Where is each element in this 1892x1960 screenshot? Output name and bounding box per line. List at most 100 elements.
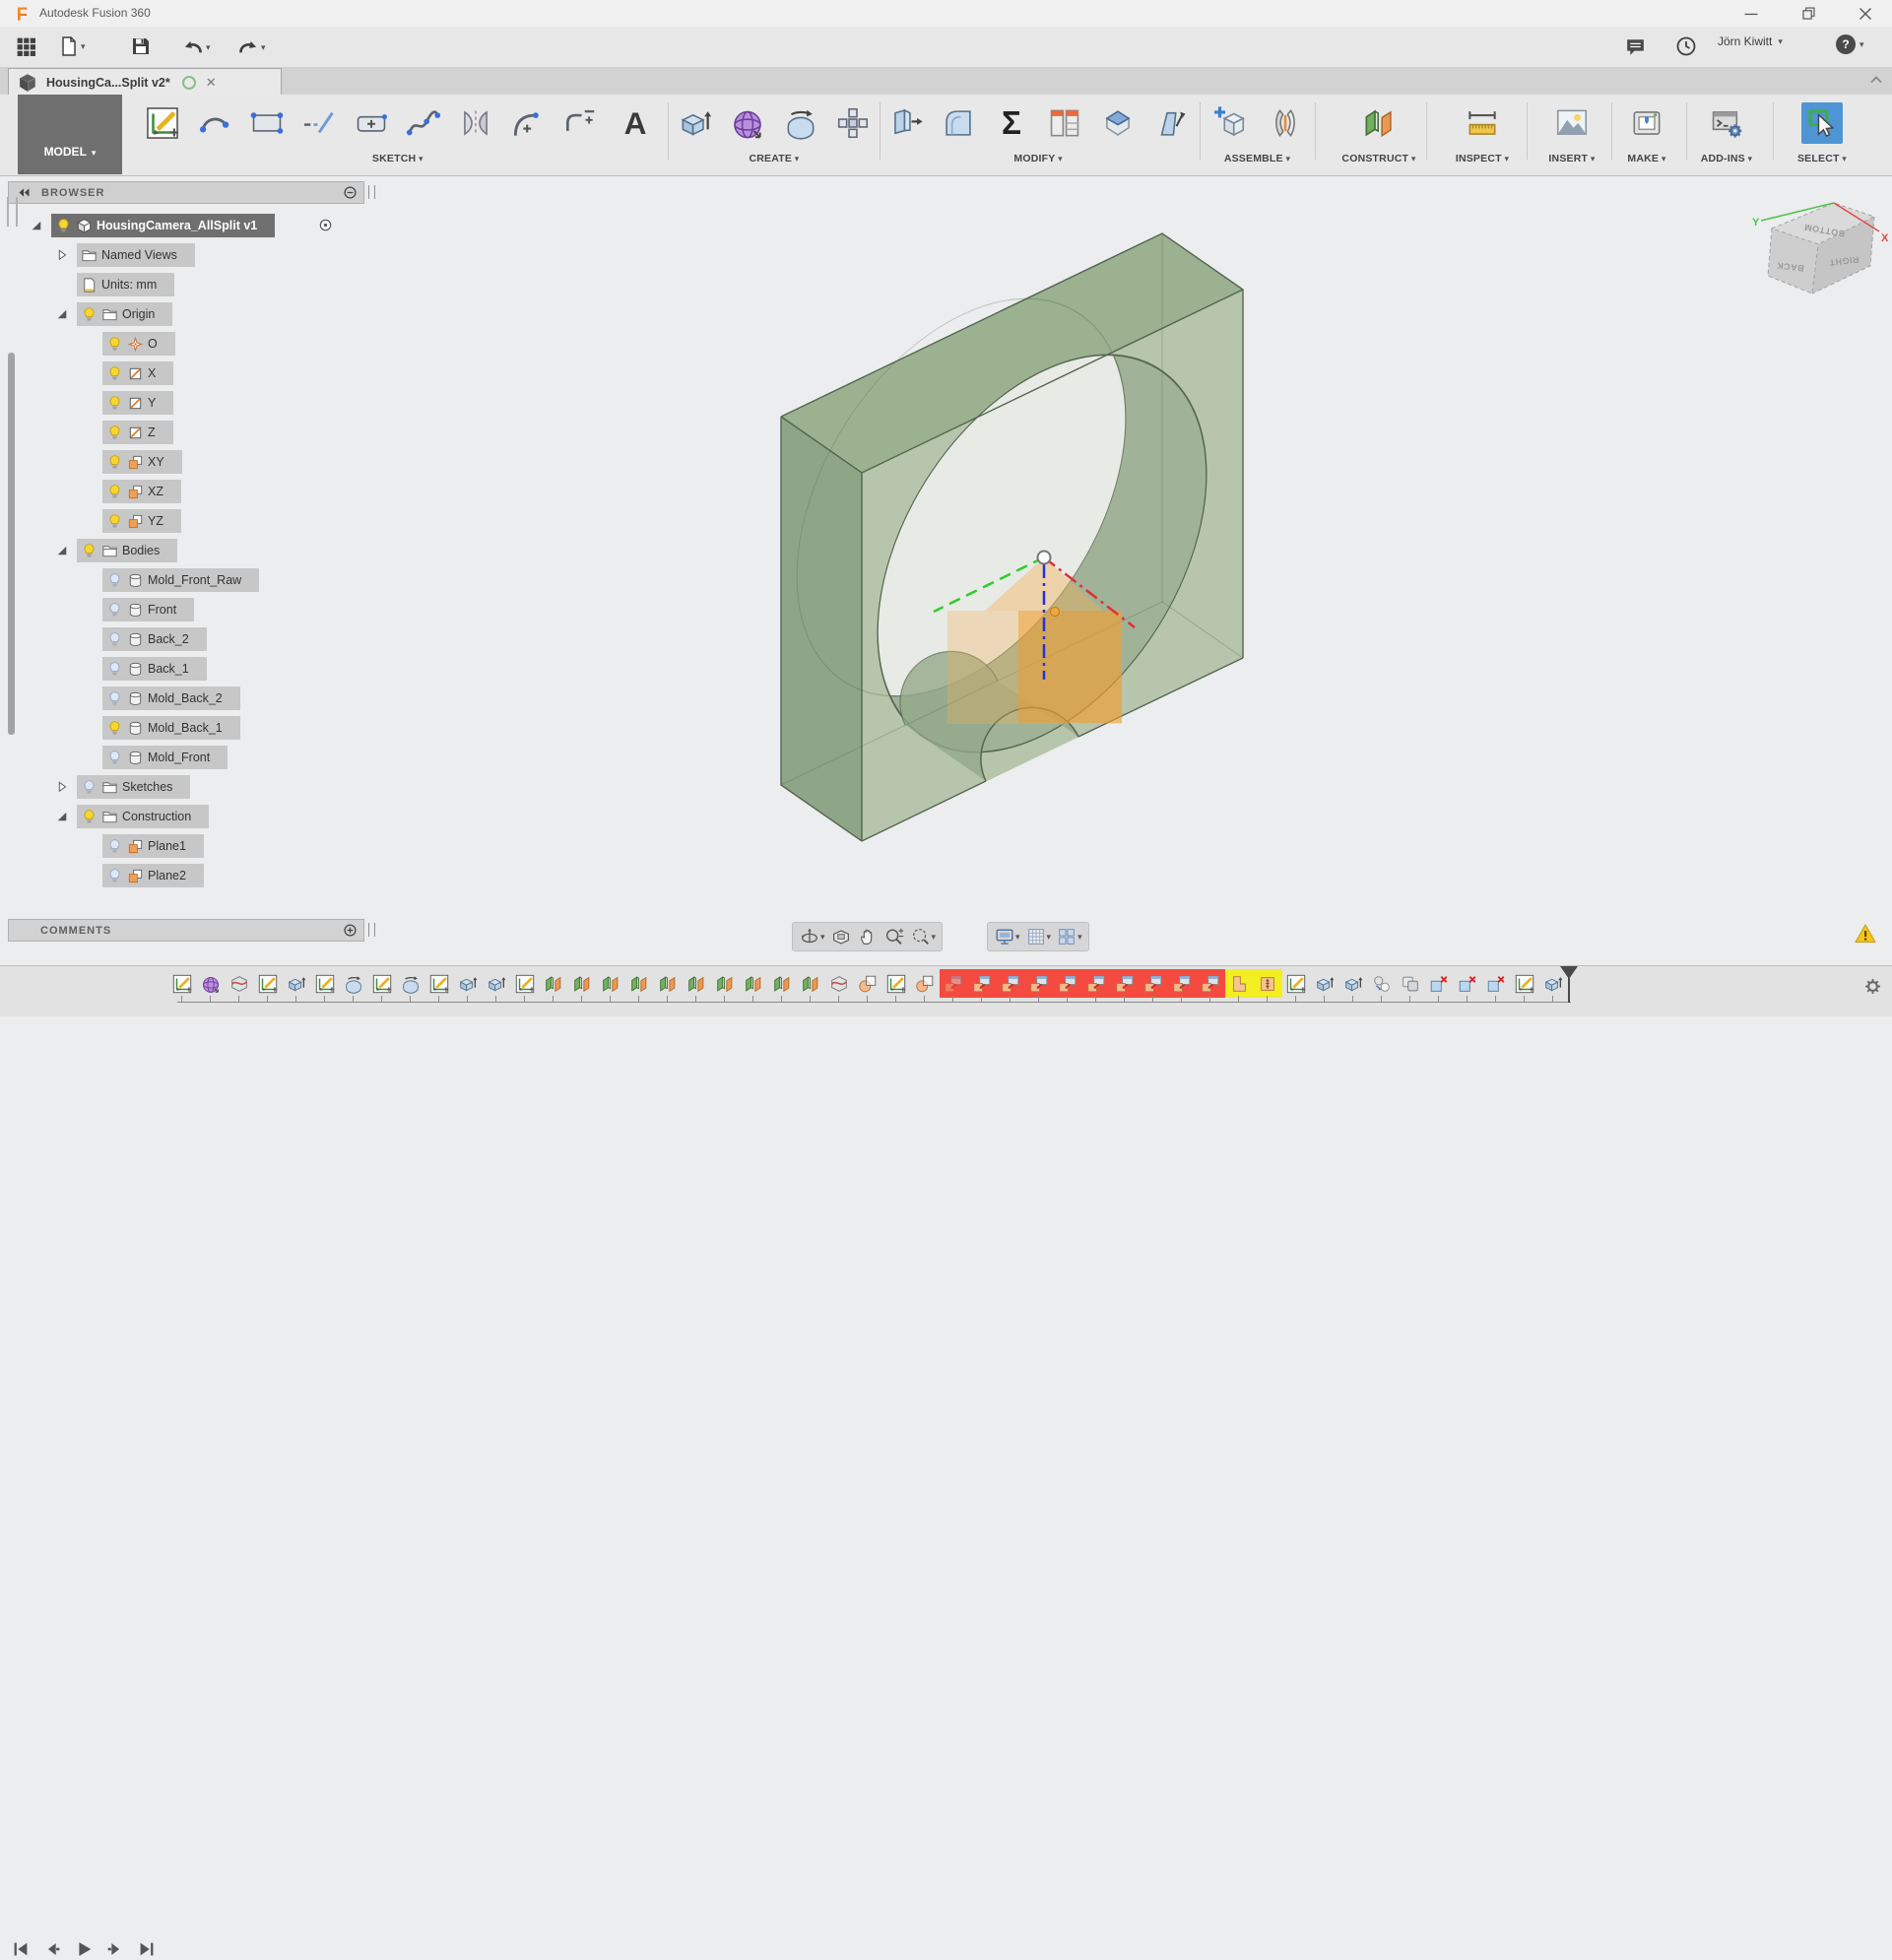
timeline-feature-combine[interactable] xyxy=(996,969,1025,998)
tool-create-sketch[interactable] xyxy=(142,102,183,144)
timeline-feature-combine[interactable] xyxy=(1110,969,1140,998)
undo-caret[interactable]: ▾ xyxy=(206,42,211,53)
tree-item-sketches[interactable]: Sketches xyxy=(77,775,191,799)
origin-handle[interactable] xyxy=(1036,550,1052,565)
file-menu-caret[interactable]: ▾ xyxy=(81,41,86,52)
tree-row[interactable]: YZ xyxy=(8,509,384,533)
tool-press-pull[interactable] xyxy=(885,102,927,144)
tool-fillet-solid[interactable] xyxy=(938,102,979,144)
timeline-feature-sketch[interactable] xyxy=(1511,969,1539,998)
tree-row[interactable]: Units: mm xyxy=(8,273,384,296)
redo-button[interactable]: ▾ xyxy=(235,34,266,60)
sketch-point[interactable] xyxy=(1050,607,1060,617)
visibility-bulb-on-icon[interactable] xyxy=(106,720,123,737)
tree-item-mold-back-1[interactable]: Mold_Back_1 xyxy=(102,716,240,740)
collapse-panel-icon[interactable] xyxy=(17,185,32,200)
timeline-feature-corner[interactable] xyxy=(1224,969,1254,998)
timeline-feature-combine[interactable] xyxy=(1167,969,1197,998)
tree-row[interactable]: Z xyxy=(8,421,384,444)
timeline-feature-delete[interactable] xyxy=(1425,969,1454,998)
tree-row[interactable]: Mold_Front_Raw xyxy=(8,568,384,592)
tool-corner-arc[interactable] xyxy=(559,102,601,144)
timeline-feature-boolean[interactable] xyxy=(1397,969,1425,998)
undo-button[interactable]: ▾ xyxy=(180,34,211,60)
ribbon-group-label-assemble[interactable]: ASSEMBLE ▾ xyxy=(1199,153,1317,164)
tree-row[interactable]: Construction xyxy=(8,805,384,828)
tree-row[interactable]: Back_1 xyxy=(8,657,384,681)
activate-component-radio[interactable] xyxy=(318,218,333,237)
tree-item-mold-front[interactable]: Mold_Front xyxy=(102,746,228,769)
comments-drag-grip[interactable] xyxy=(368,923,375,937)
tree-row[interactable]: Plane2 xyxy=(8,864,384,887)
comments-button[interactable] xyxy=(1623,34,1648,59)
timeline-feature-sketch[interactable] xyxy=(254,969,283,998)
visibility-bulb-off-icon[interactable] xyxy=(106,631,123,648)
timeline-feature-delete[interactable] xyxy=(1454,969,1482,998)
timeline-feature-plane[interactable] xyxy=(711,969,740,998)
job-status-clock-button[interactable] xyxy=(1674,34,1698,58)
tool-form[interactable] xyxy=(727,102,768,144)
timeline-settings-gear-icon[interactable] xyxy=(1862,976,1883,997)
timeline-feature-form[interactable] xyxy=(197,969,226,998)
view-cube[interactable]: BOTTOM BACK RIGHT Y X xyxy=(1752,202,1889,294)
visibility-bulb-off-icon[interactable] xyxy=(106,661,123,678)
tree-item-z[interactable]: Z xyxy=(102,421,173,444)
visibility-bulb-off-icon[interactable] xyxy=(106,602,123,619)
visibility-bulb-on-icon[interactable] xyxy=(81,809,98,825)
model-housing-body[interactable] xyxy=(780,232,1271,842)
timeline-feature-link[interactable] xyxy=(1368,969,1397,998)
visibility-bulb-off-icon[interactable] xyxy=(106,838,123,855)
tree-item-y[interactable]: Y xyxy=(102,391,174,415)
collapse-toolbar-chevron-icon[interactable] xyxy=(1867,71,1885,89)
tree-item-plane2[interactable]: Plane2 xyxy=(102,864,204,887)
ribbon-group-label-select[interactable]: SELECT ▾ xyxy=(1763,153,1881,164)
workspace-selector[interactable]: MODEL ▾ xyxy=(18,95,122,174)
tool-draft[interactable] xyxy=(1150,102,1192,144)
timeline-feature-sketch[interactable] xyxy=(511,969,540,998)
tool-spline[interactable] xyxy=(403,102,444,144)
timeline-feature-plane[interactable] xyxy=(683,969,711,998)
timeline-feature-split[interactable] xyxy=(911,969,940,998)
tree-item-housingcamera-allsplit-v1[interactable]: HousingCamera_AllSplit v1 xyxy=(51,214,276,237)
tree-item-yz[interactable]: YZ xyxy=(102,509,181,533)
playback-skip-end-button[interactable] xyxy=(136,1938,158,1960)
timeline-feature-plane[interactable] xyxy=(625,969,654,998)
tree-row[interactable]: Back_2 xyxy=(8,627,384,651)
tree-row[interactable]: XZ xyxy=(8,480,384,503)
timeline-feature-combine[interactable] xyxy=(1196,969,1225,998)
timeline-feature-sketch[interactable] xyxy=(882,969,911,998)
visibility-bulb-off-icon[interactable] xyxy=(106,868,123,884)
tree-row[interactable]: Mold_Front xyxy=(8,746,384,769)
tab-close-icon[interactable]: ✕ xyxy=(206,75,217,91)
navbar-grid-button[interactable]: ▾ xyxy=(1025,926,1051,947)
tree-item-xy[interactable]: XY xyxy=(102,450,182,474)
tree-item-construction[interactable]: Construction xyxy=(77,805,210,828)
apps-grid-button[interactable] xyxy=(14,34,38,59)
tree-row[interactable]: HousingCamera_AllSplit v1 xyxy=(8,214,384,237)
tool-rectangle[interactable] xyxy=(246,102,288,144)
tree-row[interactable]: Sketches xyxy=(8,775,384,799)
tool-mirror[interactable] xyxy=(455,102,496,144)
visibility-bulb-on-icon[interactable] xyxy=(55,218,72,234)
timeline-feature-sketch[interactable] xyxy=(1282,969,1311,998)
ribbon-group-label-construct[interactable]: CONSTRUCT ▾ xyxy=(1320,153,1438,164)
timeline-feature-rib[interactable] xyxy=(1253,969,1282,998)
tree-item-origin[interactable]: Origin xyxy=(77,302,173,326)
tree-expander-open-icon[interactable] xyxy=(55,544,69,562)
tree-row[interactable]: Named Views xyxy=(8,243,384,267)
save-button[interactable] xyxy=(129,34,153,58)
playback-step-back-button[interactable] xyxy=(41,1938,63,1960)
timeline-feature-plane[interactable] xyxy=(768,969,797,998)
tool-extrude[interactable] xyxy=(675,102,716,144)
tool-make[interactable] xyxy=(1626,102,1667,144)
ribbon-group-label-sketch[interactable]: SKETCH ▾ xyxy=(339,153,457,164)
tree-expander-closed-icon[interactable] xyxy=(55,248,69,267)
tool-text[interactable] xyxy=(615,102,656,144)
navbar-viewports-button[interactable]: ▾ xyxy=(1056,926,1082,947)
timeline-feature-sketch[interactable] xyxy=(425,969,454,998)
navbar-caret[interactable]: ▾ xyxy=(1015,932,1020,943)
tree-item-mold-back-2[interactable]: Mold_Back_2 xyxy=(102,686,240,710)
axis-y-label[interactable]: Y xyxy=(1752,217,1760,229)
browser-header[interactable]: BROWSER xyxy=(8,181,364,204)
tool-sigma[interactable] xyxy=(991,102,1032,144)
